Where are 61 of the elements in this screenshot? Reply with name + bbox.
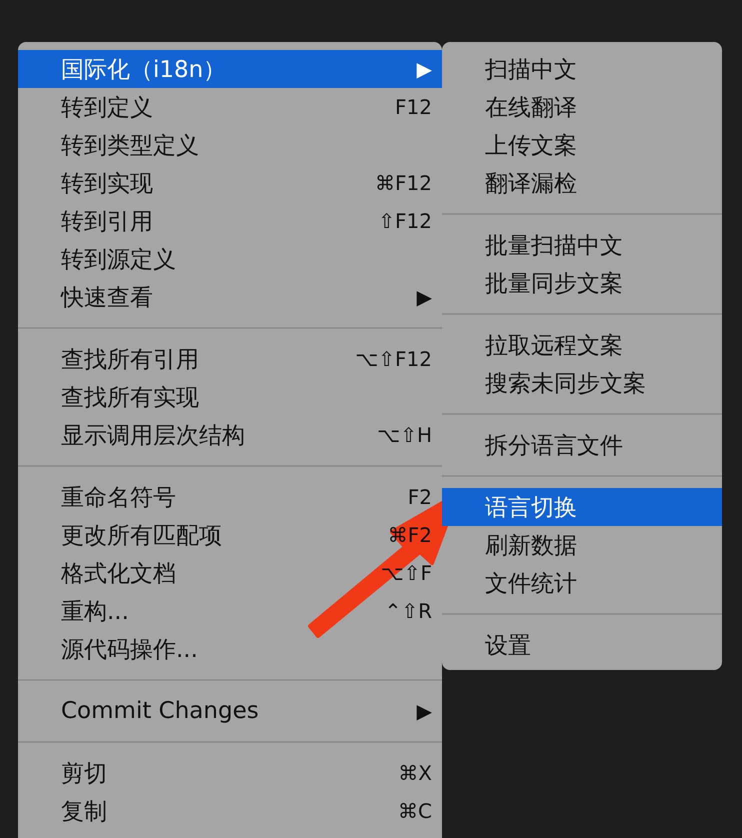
shortcut-label: F2 (408, 485, 432, 509)
submenu-item[interactable]: 刷新数据 (442, 526, 722, 564)
shortcut-label: ⌥⇧H (377, 423, 432, 447)
menu-item[interactable]: 国际化（i18n） ▶ (18, 50, 442, 88)
menu-item[interactable]: 显示调用层次结构 ⌥⇧H (18, 416, 442, 454)
menu-item[interactable]: 快速查看 ▶ (18, 278, 442, 316)
menu-item-label: 转到引用 (61, 208, 153, 236)
submenu-item[interactable]: 在线翻译 (442, 88, 722, 126)
submenu-item[interactable]: 批量扫描中文 (442, 226, 722, 264)
menu-item-label: 国际化（i18n） (61, 56, 226, 84)
shortcut-label: ▶ (416, 285, 432, 309)
menu-item[interactable]: 剪切 ⌘X (18, 754, 442, 792)
menu-item[interactable]: 转到引用 ⇧F12 (18, 202, 442, 240)
shortcut-label: ⌘C (398, 799, 432, 823)
menu-item[interactable]: 复制 ⌘C (18, 792, 442, 830)
menu-item[interactable]: 更改所有匹配项 ⌘F2 (18, 516, 442, 554)
submenu-item[interactable]: 批量同步文案 (442, 264, 722, 302)
shortcut-label: ⇧F12 (378, 209, 432, 233)
menu-item[interactable]: 转到类型定义 (18, 126, 442, 164)
menu-item-label: 转到类型定义 (61, 132, 199, 160)
shortcut-label: F12 (395, 95, 432, 119)
shortcut-label: ⌥⇧F12 (355, 347, 432, 371)
menu-item-label: 快速查看 (61, 284, 153, 312)
menu-item-label: 转到定义 (61, 94, 153, 122)
menu-item-label: 重命名符号 (61, 484, 176, 512)
shortcut-label: ⌘F2 (388, 523, 432, 547)
menu-item-label: 查找所有引用 (61, 346, 199, 374)
submenu-item[interactable]: 翻译漏检 (442, 164, 722, 202)
menu-item[interactable]: 转到实现 ⌘F12 (18, 164, 442, 202)
shortcut-label: ⌃⇧R (384, 599, 432, 623)
submenu-item[interactable]: 扫描中文 (442, 50, 722, 88)
menu-item[interactable]: 重命名符号 F2 (18, 478, 442, 516)
submenu-item[interactable]: 拉取远程文案 (442, 326, 722, 364)
shortcut-label: ▶ (416, 57, 432, 81)
menu-item-label: 重构... (61, 598, 129, 626)
menu-item-label: 更改所有匹配项 (61, 522, 222, 550)
menu-item[interactable]: 转到定义 F12 (18, 88, 442, 126)
menu-item[interactable]: 源代码操作... (18, 630, 442, 668)
menu-item[interactable]: 转到源定义 (18, 240, 442, 278)
submenu-item[interactable]: 拆分语言文件 (442, 426, 722, 464)
menu-item-label: 复制 (61, 798, 107, 826)
menu-item[interactable]: 查找所有引用 ⌥⇧F12 (18, 340, 442, 378)
menu-item-label: 格式化文档 (61, 560, 176, 588)
menu-item-label: 查找所有实现 (61, 384, 199, 412)
menu-item-label: 显示调用层次结构 (61, 422, 245, 450)
submenu-item[interactable]: 上传文案 (442, 126, 722, 164)
menu-item[interactable]: Commit Changes ▶ (18, 692, 442, 730)
submenu-item[interactable]: 设置 (442, 626, 722, 664)
menu-item-label: 转到实现 (61, 170, 153, 198)
menu-item[interactable]: 查找所有实现 (18, 378, 442, 416)
menu-item-label: 转到源定义 (61, 246, 176, 274)
menu-item-label: Commit Changes (61, 698, 259, 724)
menu-item-label: 剪切 (61, 760, 107, 788)
shortcut-label: ▶ (416, 699, 432, 723)
menu-item[interactable]: 重构... ⌃⇧R (18, 592, 442, 630)
shortcut-label: ⌘F12 (375, 171, 432, 195)
shortcut-label: ⌘X (398, 761, 432, 785)
submenu-item[interactable]: 语言切换 (442, 488, 722, 526)
submenu-item[interactable]: 文件统计 (442, 564, 722, 602)
submenu-item[interactable]: 搜索未同步文案 (442, 364, 722, 402)
menu-item-label: 源代码操作... (61, 636, 198, 664)
